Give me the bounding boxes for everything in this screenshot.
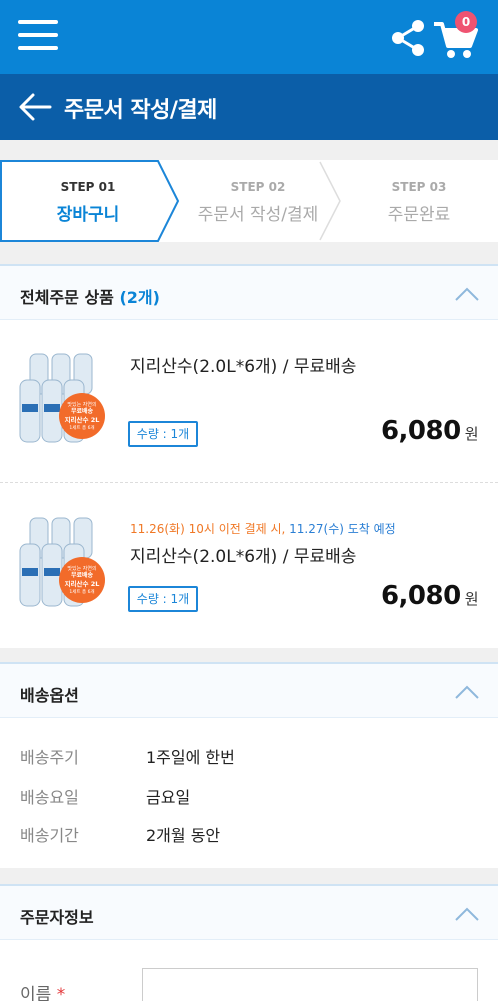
- step-number: STEP 02: [230, 180, 286, 194]
- price-value: 6,080: [380, 416, 461, 446]
- delivery-arrival: 11.27(수) 도착 예정: [289, 522, 396, 536]
- item-count: (2개): [119, 288, 160, 307]
- name-input[interactable]: [142, 968, 478, 1001]
- section-title: 전체주문 상품 (2개): [20, 284, 160, 308]
- section-title: 배송옵션: [20, 686, 79, 705]
- step-complete: STEP 03 주문완료: [340, 160, 498, 242]
- share-icon[interactable]: [388, 18, 428, 58]
- product-price: 6,080 원: [380, 416, 479, 446]
- step-order-form: STEP 02 주문서 작성/결제: [176, 160, 340, 242]
- order-steps: STEP 01 장바구니 STEP 02 주문서 작성/결제 STEP 03 주…: [0, 160, 498, 242]
- product-image: 맛있는 자연의 무료배송 지리산수 2L 1세트 총 6개: [19, 517, 105, 607]
- badge-line: 지리산수 2L: [65, 415, 100, 424]
- delivery-options-section: 배송옵션 배송주기 1주일에 한번 배송요일 금요일 배송기간 2개월 동안: [0, 662, 498, 868]
- badge-line: 무료배송: [71, 407, 94, 415]
- chevron-up-icon[interactable]: [454, 906, 480, 922]
- chevron-up-icon[interactable]: [454, 286, 480, 302]
- section-header[interactable]: 배송옵션: [0, 662, 498, 718]
- product-image: 맛있는 자연의 무료배송 지리산수 2L 1세트 총 6개: [19, 353, 105, 443]
- page-title-bar: 주문서 작성/결제: [0, 74, 498, 140]
- section-header[interactable]: 주문자정보: [0, 884, 498, 940]
- option-value: 1주일에 한번: [146, 748, 235, 767]
- step-name: 주문완료: [387, 205, 451, 225]
- step-number: STEP 01: [60, 180, 116, 194]
- cart-count-badge: 0: [455, 11, 477, 33]
- option-value: 2개월 동안: [146, 826, 221, 845]
- required-mark: *: [56, 985, 66, 1001]
- section-title-text: 전체주문 상품: [20, 288, 114, 307]
- section-header[interactable]: 전체주문 상품 (2개): [0, 264, 498, 320]
- name-field-label: 이름 *: [20, 980, 65, 1001]
- badge-line: 맛있는 자연의: [67, 401, 96, 408]
- option-label: 배송기간: [20, 826, 79, 845]
- order-items-section: 전체주문 상품 (2개) 맛있는 자연의 무료배송 지리산수 2L 1세트 총 …: [0, 264, 498, 648]
- product-name: 지리산수(2.0L*6개) / 무료배송: [130, 357, 357, 377]
- currency-unit: 원: [464, 425, 479, 443]
- delivery-estimate: 11.26(화) 10시 이전 결제 시, 11.27(수) 도착 예정: [130, 520, 396, 537]
- step-number: STEP 03: [391, 180, 447, 194]
- badge-line: 지리산수 2L: [65, 579, 100, 588]
- section-title: 주문자정보: [20, 908, 94, 927]
- product-item: 맛있는 자연의 무료배송 지리산수 2L 1세트 총 6개 11.26(화) 1…: [0, 484, 498, 648]
- page-title: 주문서 작성/결제: [64, 98, 217, 123]
- option-label: 배송주기: [20, 748, 79, 767]
- quantity-badge: 수량 : 1개: [128, 586, 198, 612]
- step-name: 장바구니: [56, 205, 120, 225]
- badge-line: 1세트 총 6개: [69, 588, 94, 595]
- delivery-cutoff: 11.26(화) 10시 이전 결제 시,: [130, 522, 290, 536]
- name-label-text: 이름: [20, 985, 52, 1001]
- back-arrow-icon[interactable]: [18, 92, 52, 122]
- option-value: 금요일: [146, 788, 191, 807]
- badge-line: 무료배송: [71, 571, 94, 579]
- price-value: 6,080: [380, 581, 461, 611]
- chevron-up-icon[interactable]: [454, 684, 480, 700]
- top-app-bar: 0: [0, 0, 498, 74]
- step-name: 주문서 작성/결제: [197, 205, 319, 225]
- badge-line: 맛있는 자연의: [67, 565, 96, 572]
- option-label: 배송요일: [20, 788, 79, 807]
- currency-unit: 원: [464, 590, 479, 608]
- product-item: 맛있는 자연의 무료배송 지리산수 2L 1세트 총 6개 지리산수(2.0L*…: [0, 320, 498, 484]
- product-price: 6,080 원: [380, 581, 479, 611]
- badge-line: 1세트 총 6개: [69, 424, 94, 431]
- menu-icon[interactable]: [18, 20, 58, 52]
- step-cart: STEP 01 장바구니: [0, 160, 176, 242]
- product-name: 지리산수(2.0L*6개) / 무료배송: [130, 547, 357, 567]
- quantity-badge: 수량 : 1개: [128, 421, 198, 447]
- divider: [0, 482, 498, 483]
